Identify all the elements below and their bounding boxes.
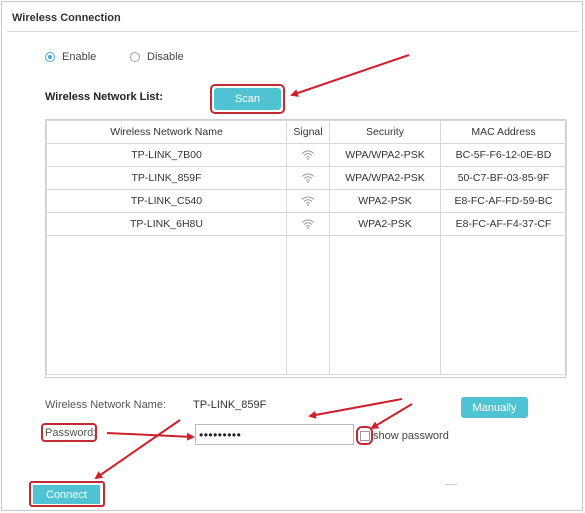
network-name-value: TP-LINK_859F [193, 399, 267, 411]
table-header-row: Wireless Network Name Signal Security MA… [46, 120, 567, 144]
wifi-signal-icon [286, 212, 330, 236]
connect-highlight [29, 481, 105, 507]
disable-radio-option[interactable]: Disable [130, 51, 184, 63]
security-cell: WPA/WPA2-PSK [329, 166, 441, 190]
column-header: Security [329, 120, 441, 144]
mac-cell: BC-5F-F6-12-0E-BD [440, 143, 567, 167]
manually-button[interactable]: Manually [461, 397, 528, 418]
password-input[interactable] [195, 424, 354, 445]
disable-label: Disable [147, 51, 184, 63]
table-row[interactable]: TP-LINK_859F WPA/WPA2-PSK 50-C7-BF-03-85… [46, 166, 567, 190]
security-cell: WPA2-PSK [329, 212, 441, 236]
network-list-label: Wireless Network List: [45, 91, 163, 103]
divider [445, 484, 457, 485]
empty-table-area [46, 235, 567, 375]
wifi-signal-icon [286, 189, 330, 213]
table-row[interactable]: TP-LINK_6H8U WPA2-PSK E8-FC-AF-F4-37-CF [46, 212, 567, 236]
show-password-label: show password [373, 430, 449, 442]
checkbox-highlight [356, 426, 373, 445]
mac-cell: E8-FC-AF-FD-59-BC [440, 189, 567, 213]
security-cell: WPA2-PSK [329, 189, 441, 213]
column-header: MAC Address [440, 120, 567, 144]
network-name-cell: TP-LINK_6H8U [46, 212, 287, 236]
column-header: Signal [286, 120, 330, 144]
network-name-label: Wireless Network Name: [45, 399, 167, 411]
column-header: Wireless Network Name [46, 120, 287, 144]
network-name-cell: TP-LINK_C540 [46, 189, 287, 213]
divider [7, 31, 579, 32]
security-cell: WPA/WPA2-PSK [329, 143, 441, 167]
enable-radio-option[interactable]: Enable [45, 51, 96, 63]
network-table: Wireless Network Name Signal Security MA… [45, 119, 567, 378]
disable-radio[interactable] [130, 52, 140, 62]
network-name-cell: TP-LINK_7B00 [46, 143, 287, 167]
enable-label: Enable [62, 51, 97, 63]
wifi-signal-icon [286, 143, 330, 167]
scan-highlight [210, 84, 285, 114]
enable-radio[interactable] [45, 52, 55, 62]
password-label-highlight [41, 423, 97, 442]
wifi-signal-icon [286, 166, 330, 190]
mac-cell: E8-FC-AF-F4-37-CF [440, 212, 567, 236]
table-row[interactable]: TP-LINK_7B00 WPA/WPA2-PSK BC-5F-F6-12-0E… [46, 143, 567, 167]
network-name-cell: TP-LINK_859F [46, 166, 287, 190]
mac-cell: 50-C7-BF-03-85-9F [440, 166, 567, 190]
section-title: Wireless Connection [12, 12, 121, 24]
table-row[interactable]: TP-LINK_C540 WPA2-PSK E8-FC-AF-FD-59-BC [46, 189, 567, 213]
